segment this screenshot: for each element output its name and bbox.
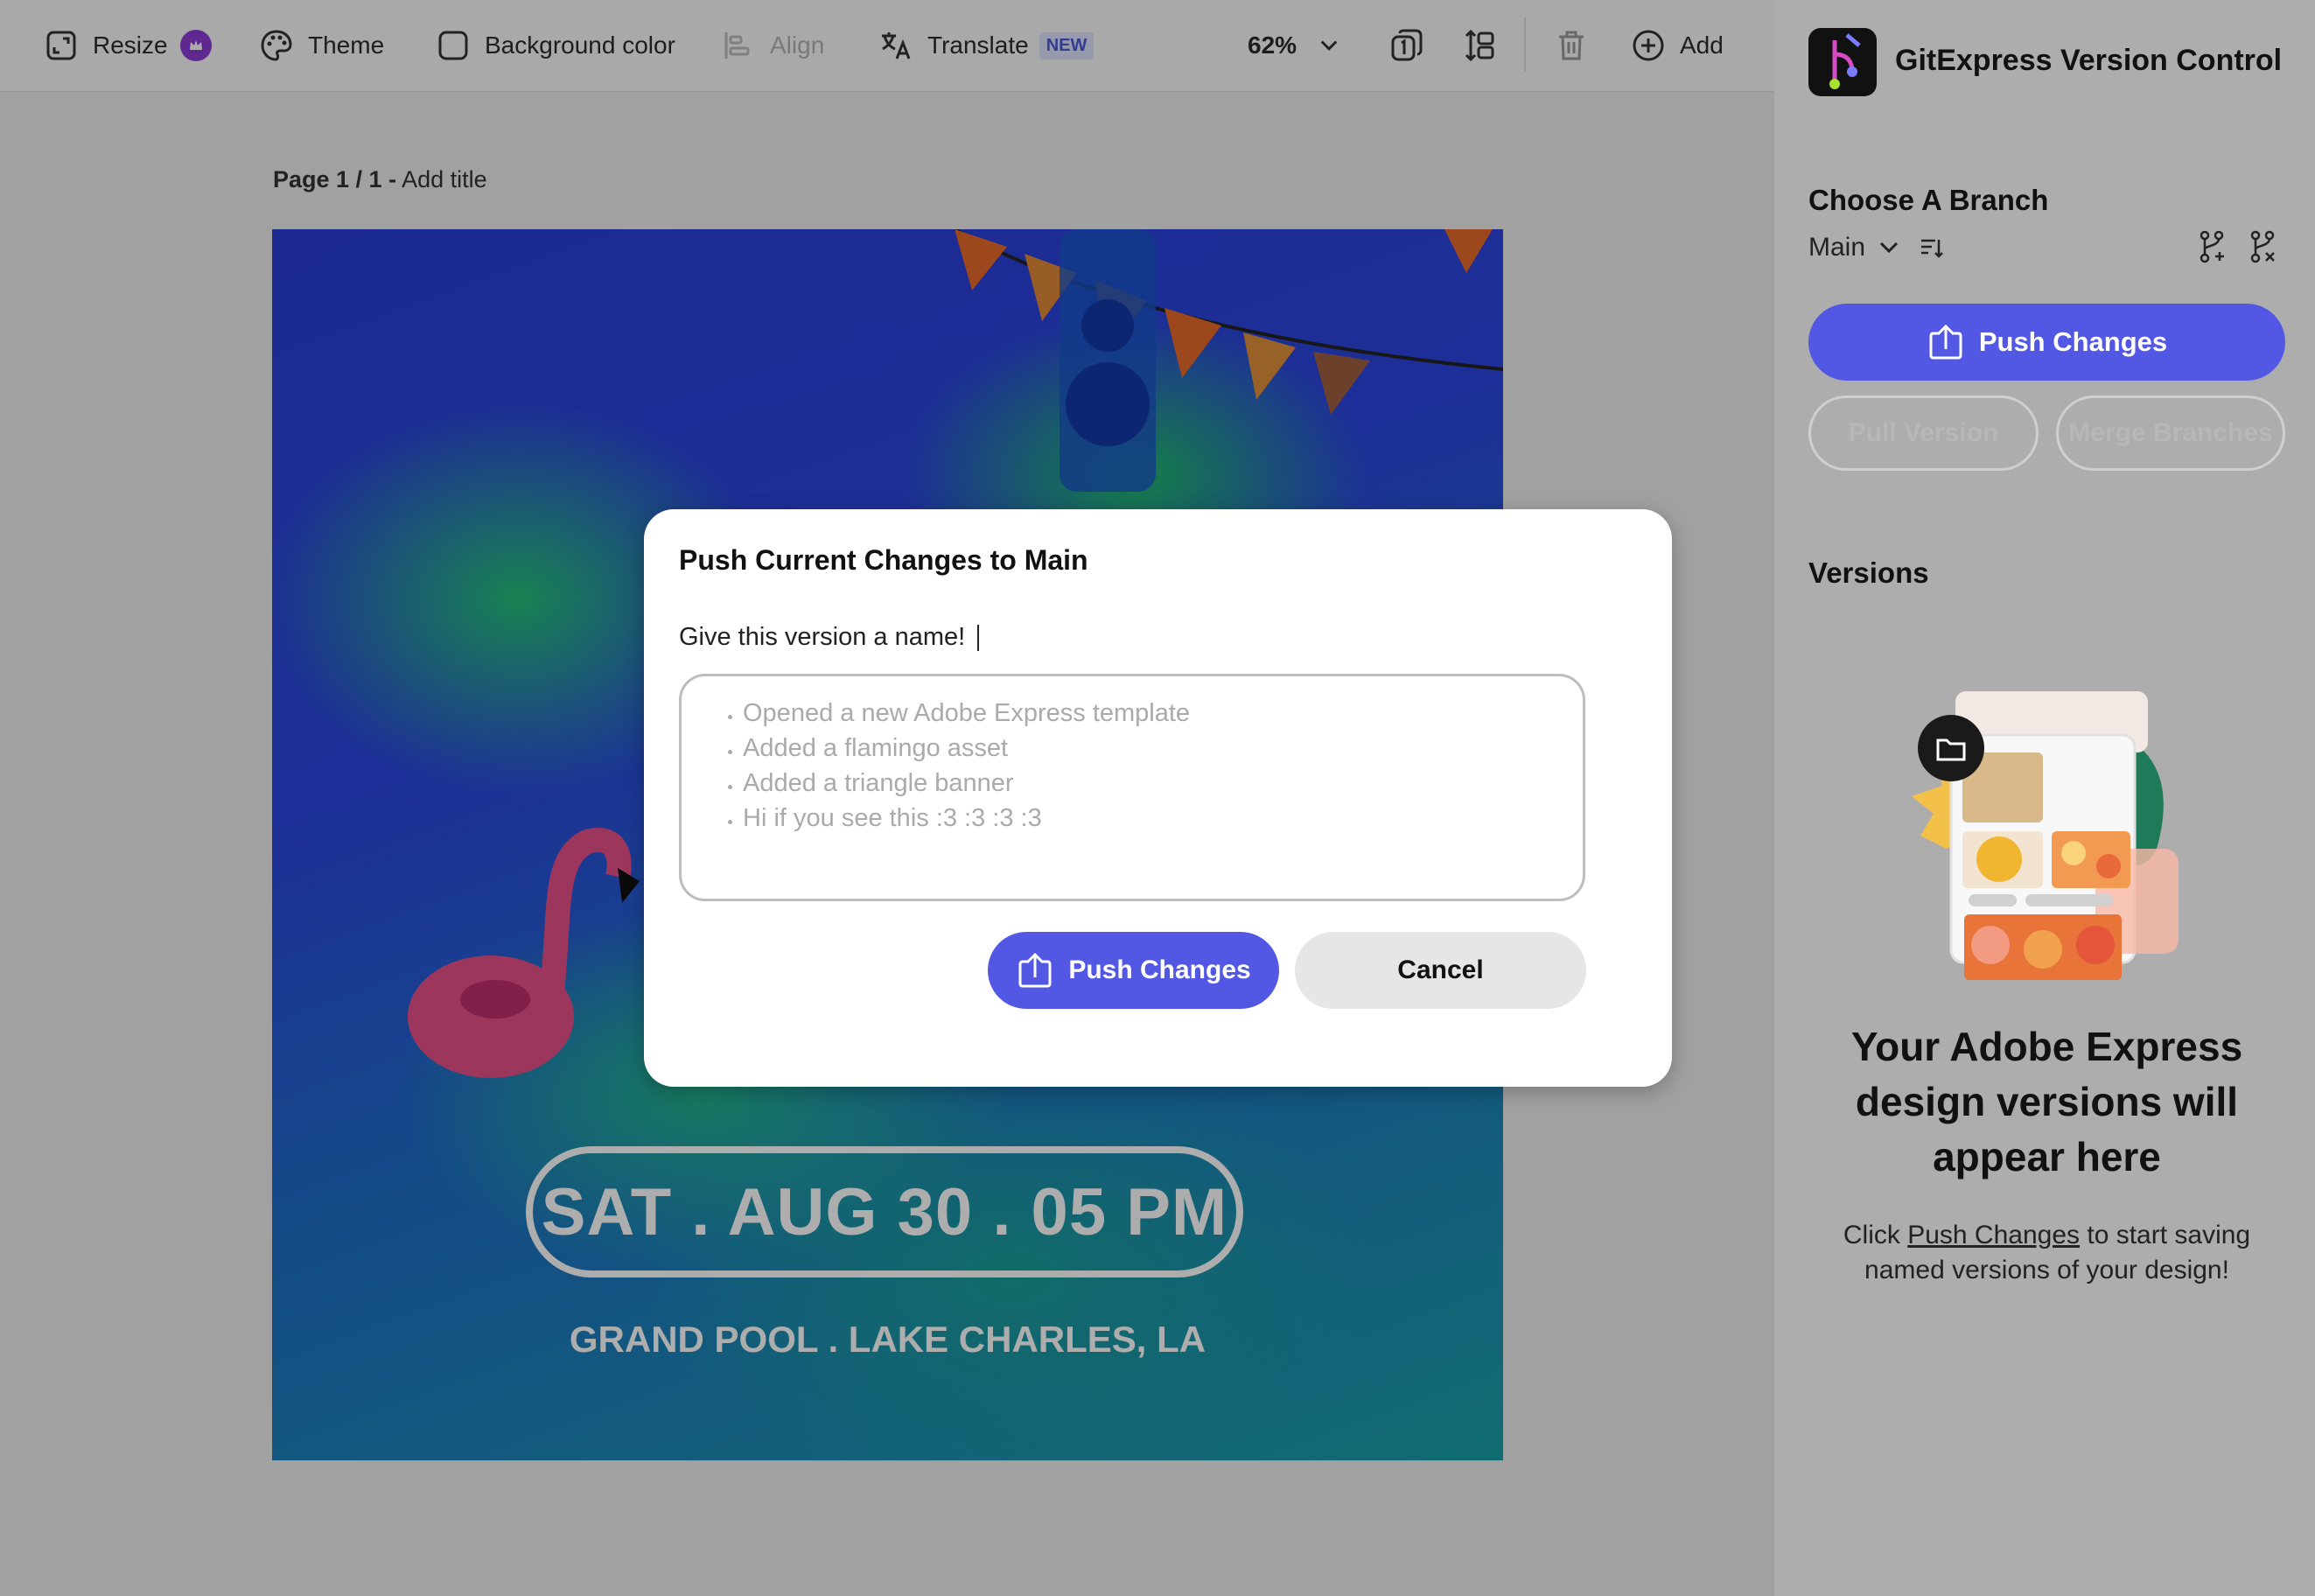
upload-icon [1018, 952, 1052, 988]
version-name-label: Give this version a name! [679, 623, 980, 652]
merge-branches-button[interactable]: Merge Branches [2056, 396, 2285, 471]
version-description-textarea[interactable]: Opened a new Adobe Express template Adde… [679, 674, 1585, 901]
version-name-label-text: Give this version a name! [679, 623, 966, 651]
push-changes-dialog: Push Current Changes to Main Give this v… [644, 509, 1672, 1087]
pull-version-label: Pull Version [1848, 418, 1999, 447]
versions-heading: Versions [1808, 556, 1929, 589]
placeholder-item: Hi if you see this :3 :3 :3 :3 [743, 801, 1556, 836]
chevron-down-icon [1879, 242, 1899, 254]
pull-version-button[interactable]: Pull Version [1808, 396, 2039, 471]
sort-icon[interactable] [1918, 234, 1944, 261]
branch-selected: Main [1808, 233, 1866, 262]
dialog-cancel-label: Cancel [1397, 956, 1484, 984]
placeholder-item: Opened a new Adobe Express template [743, 696, 1556, 731]
panel-title: GitExpress Version Control [1895, 44, 2283, 77]
push-changes-link[interactable]: Push Changes [1907, 1221, 2080, 1250]
empty-text-before: Click [1843, 1221, 1900, 1250]
placeholder-item: Added a flamingo asset [743, 731, 1556, 766]
dialog-push-changes-button[interactable]: Push Changes [988, 932, 1279, 1009]
empty-state-text: Click Push Changes to start saving named… [1808, 1218, 2285, 1288]
placeholder-item: Added a triangle banner [743, 766, 1556, 801]
gitexpress-logo [1808, 28, 1877, 96]
upload-icon [1929, 324, 1962, 360]
dialog-title: Push Current Changes to Main [679, 544, 1088, 576]
delete-branch-icon[interactable] [2249, 230, 2277, 263]
text-cursor [977, 625, 980, 652]
branch-dropdown[interactable]: Main [1808, 233, 1944, 262]
dialog-push-label: Push Changes [1068, 956, 1251, 984]
merge-branches-label: Merge Branches [2068, 418, 2273, 447]
empty-versions-illustration [1912, 691, 2179, 980]
dialog-cancel-button[interactable]: Cancel [1295, 932, 1586, 1009]
placeholder-list: Opened a new Adobe Express template Adde… [708, 696, 1556, 836]
branch-heading: Choose A Branch [1808, 184, 2049, 216]
empty-state-title: Your Adobe Express design versions will … [1850, 1024, 2243, 1180]
new-branch-icon[interactable] [2198, 230, 2226, 263]
panel-push-changes-button[interactable]: Push Changes [1808, 304, 2285, 381]
panel-push-label: Push Changes [1978, 326, 2168, 357]
